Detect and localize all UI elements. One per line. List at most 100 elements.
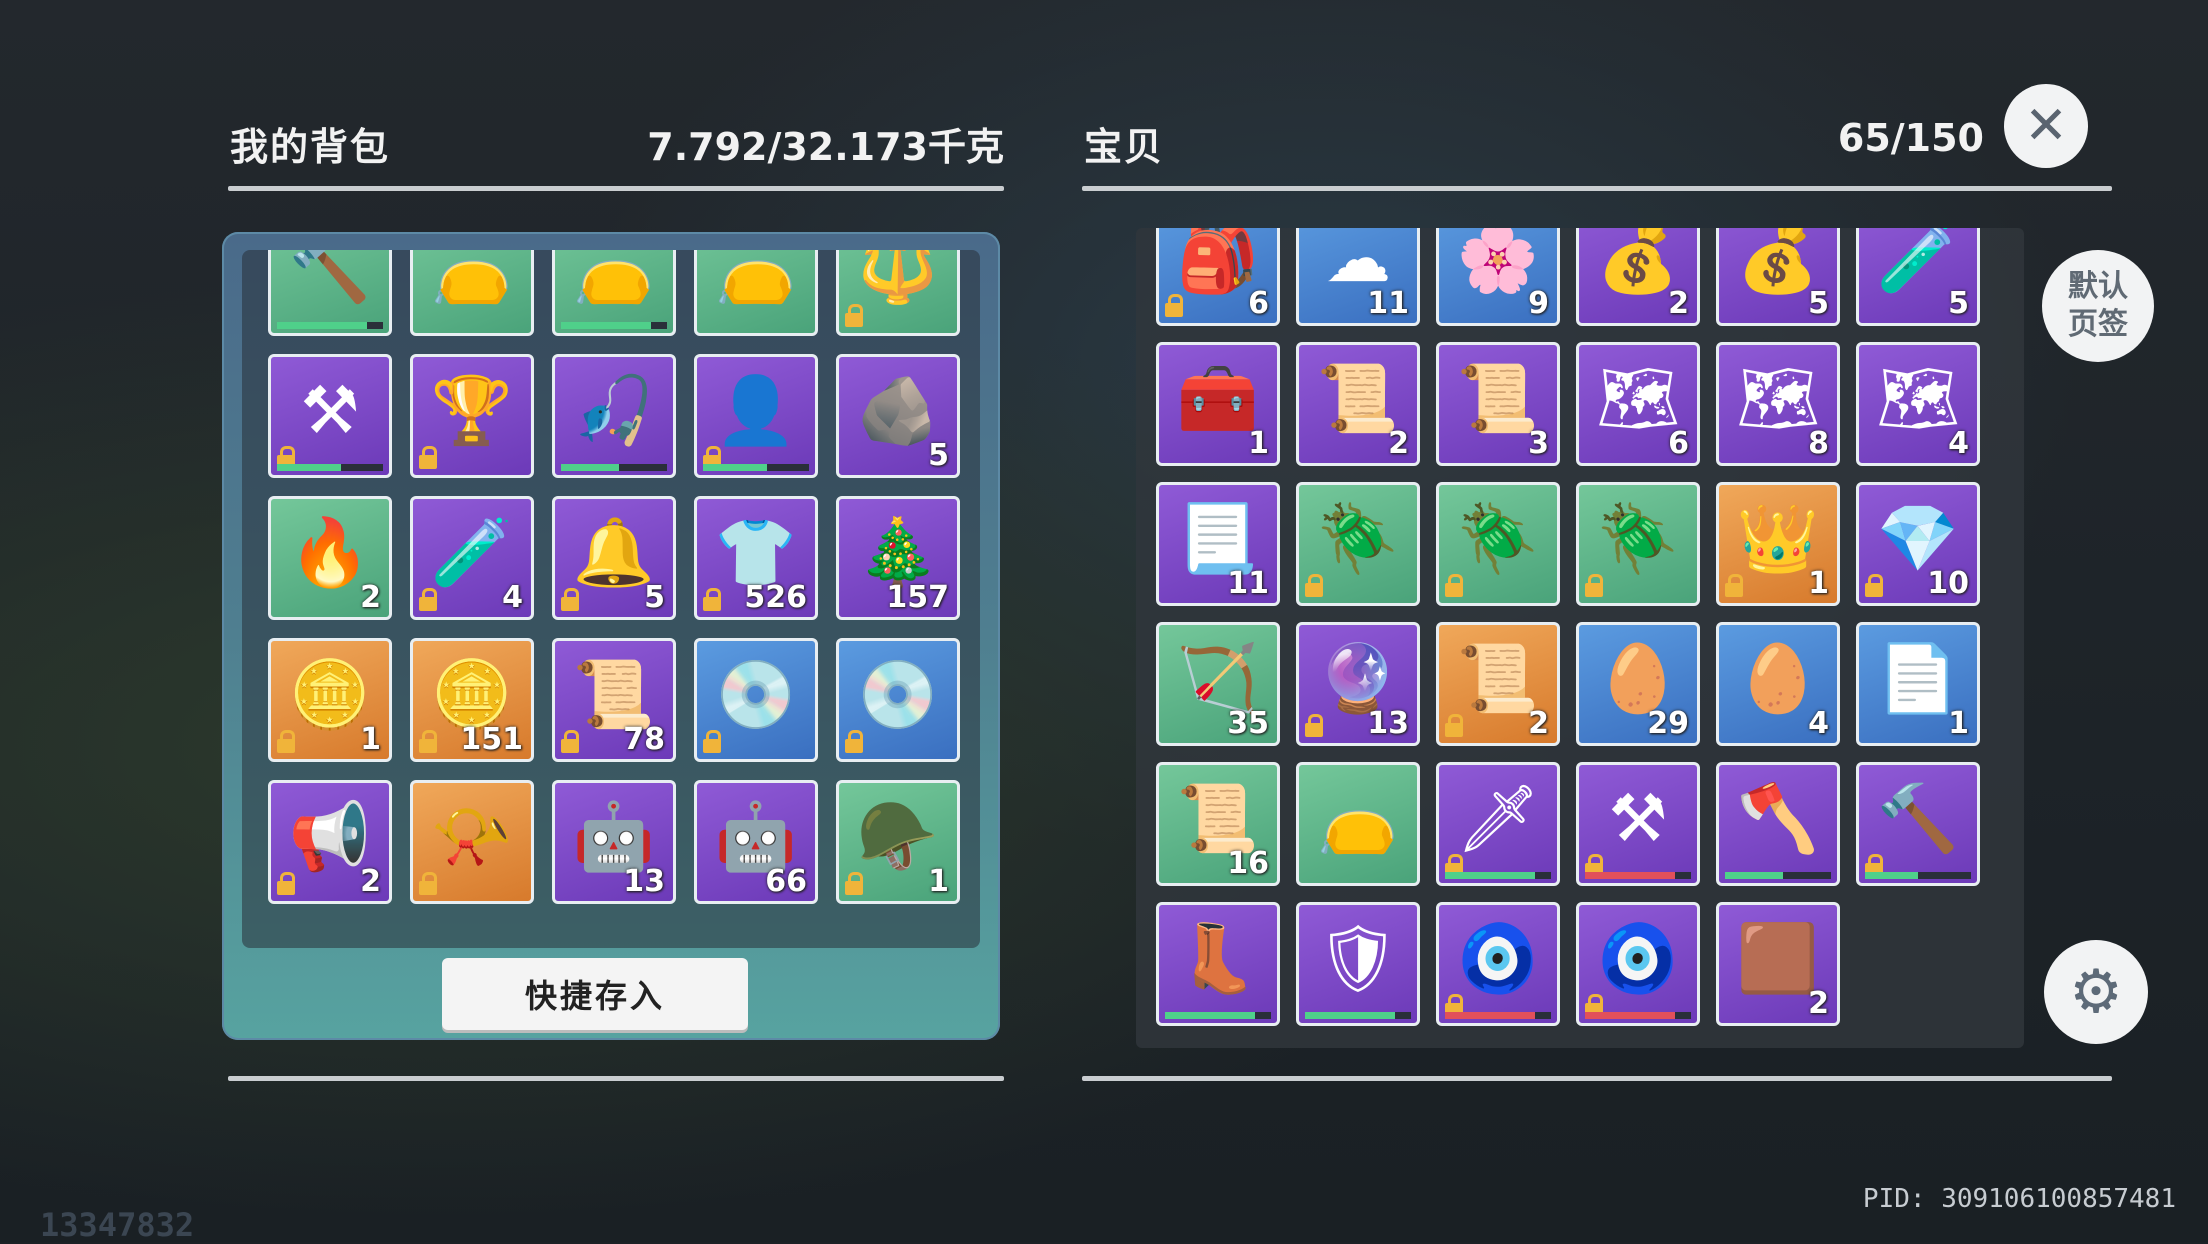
item-slot[interactable]: 🤖 13 [552, 780, 676, 904]
item-count: 5 [1808, 286, 1829, 321]
item-count: 151 [460, 722, 523, 757]
lock-icon [561, 588, 579, 611]
item-count: 5 [644, 580, 665, 615]
item-slot[interactable]: 🪲 [1436, 482, 1560, 606]
item-slot[interactable]: 💰 5 [1716, 228, 1840, 326]
lock-icon [1305, 574, 1323, 597]
item-slot[interactable]: 🔨 [268, 250, 392, 336]
item-slot[interactable]: 🤖 66 [694, 780, 818, 904]
item-slot[interactable]: 🎣 [552, 354, 676, 478]
item-slot[interactable]: 👤 [694, 354, 818, 478]
item-slot[interactable]: 🏆 [410, 354, 534, 478]
item-slot[interactable]: 🛡 [1296, 902, 1420, 1026]
item-slot[interactable]: 📜 2 [1296, 342, 1420, 466]
item-slot[interactable]: ⚒ [1576, 762, 1700, 886]
item-slot[interactable]: 📯 [410, 780, 534, 904]
item-slot[interactable]: 📄 1 [1856, 622, 1980, 746]
storage-panel[interactable]: 🎒 6 ☁ 11 🌸 9 💰 2 💰 5 🧪 5 🧰 1 📜 2 📜 3 🗺 6 🗺 8 🗺 4 📃 11 🪲 🪲 🪲 👑 1 💎 10 🏹 35 🔮… [1136, 228, 2024, 1048]
item-slot[interactable]: 🟫 2 [1716, 902, 1840, 1026]
item-count: 8 [1808, 426, 1829, 461]
item-slot[interactable]: 🔱 [836, 250, 960, 336]
item-slot[interactable]: 🔮 13 [1296, 622, 1420, 746]
item-slot[interactable]: 💿 [836, 638, 960, 762]
item-slot[interactable]: 🪙 151 [410, 638, 534, 762]
lock-icon [277, 872, 295, 895]
item-slot[interactable]: 👑 1 [1716, 482, 1840, 606]
item-slot[interactable]: 💎 10 [1856, 482, 1980, 606]
item-slot[interactable]: 📜 2 [1436, 622, 1560, 746]
item-slot[interactable]: 🔔 5 [552, 496, 676, 620]
lock-icon [277, 730, 295, 753]
item-slot[interactable]: 🔥 2 [268, 496, 392, 620]
durability-bar [277, 464, 383, 471]
default-tab-button[interactable]: 默认 页签 [2042, 250, 2154, 362]
item-slot[interactable]: 💰 2 [1576, 228, 1700, 326]
durability-bar [1585, 1012, 1691, 1019]
fishing-rod-icon: 🎣 [572, 372, 656, 449]
item-slot[interactable]: 👝 [694, 250, 818, 336]
item-count: 66 [765, 864, 807, 899]
item-count: 16 [1227, 846, 1269, 881]
lock-icon [419, 446, 437, 469]
item-slot[interactable]: ⚒ [268, 354, 392, 478]
player-uid: 13347832 [40, 1206, 195, 1244]
item-count: 3 [1528, 426, 1549, 461]
item-count: 1 [1948, 706, 1969, 741]
item-slot[interactable]: 🧪 5 [1856, 228, 1980, 326]
ice-axe-icon: 🪓 [1736, 780, 1820, 857]
item-slot[interactable]: 🌸 9 [1436, 228, 1560, 326]
item-slot[interactable]: 🧿 [1576, 902, 1700, 1026]
item-slot[interactable]: 📜 78 [552, 638, 676, 762]
item-slot[interactable]: 🧪 4 [410, 496, 534, 620]
item-slot[interactable]: 🪨 5 [836, 354, 960, 478]
item-slot[interactable]: 📢 2 [268, 780, 392, 904]
pouch-icon: 👝 [1316, 780, 1400, 857]
close-button[interactable]: ✕ [2004, 84, 2088, 168]
item-slot[interactable]: 👝 [1296, 762, 1420, 886]
item-slot[interactable]: 💿 [694, 638, 818, 762]
item-count: 6 [1668, 426, 1689, 461]
backpack-header: 我的背包 7.792/32.173千克 [230, 110, 1004, 186]
pouch-icon: 👝 [430, 250, 514, 307]
item-slot[interactable]: 🗺 8 [1716, 342, 1840, 466]
default-tab-label-line2: 页签 [2068, 307, 2128, 342]
settings-button[interactable]: ⚙ [2044, 940, 2148, 1044]
item-count: 29 [1647, 706, 1689, 741]
durability-bar [703, 464, 809, 471]
lock-icon [419, 730, 437, 753]
item-slot[interactable]: 🗡 [1436, 762, 1560, 886]
durability-bar [1585, 872, 1691, 879]
boots-icon: 👢 [1176, 920, 1260, 997]
item-slot[interactable]: 🎄 157 [836, 496, 960, 620]
item-slot[interactable]: 🪲 [1576, 482, 1700, 606]
item-slot[interactable]: 👕 526 [694, 496, 818, 620]
item-slot[interactable]: 🔨 [1856, 762, 1980, 886]
lock-icon [1445, 714, 1463, 737]
quick-store-button[interactable]: 快捷存入 [442, 958, 748, 1030]
item-slot[interactable]: 👝 [410, 250, 534, 336]
item-slot[interactable]: 🪖 1 [836, 780, 960, 904]
item-slot[interactable]: 🪙 1 [268, 638, 392, 762]
item-slot[interactable]: 🥚 29 [1576, 622, 1700, 746]
item-slot[interactable]: 📜 3 [1436, 342, 1560, 466]
storage-title: 宝贝 [1084, 125, 1165, 169]
item-slot[interactable]: 🏹 35 [1156, 622, 1280, 746]
lock-icon [1585, 574, 1603, 597]
item-slot[interactable]: 🎒 6 [1156, 228, 1280, 326]
item-slot[interactable]: 🪲 [1296, 482, 1420, 606]
item-slot[interactable]: 📃 11 [1156, 482, 1280, 606]
durability-bar [1165, 1012, 1271, 1019]
item-slot[interactable]: 🗺 6 [1576, 342, 1700, 466]
item-count: 5 [1948, 286, 1969, 321]
item-slot[interactable]: 👢 [1156, 902, 1280, 1026]
item-slot[interactable]: 🥚 4 [1716, 622, 1840, 746]
backpack-header-divider [228, 186, 1004, 191]
item-slot[interactable]: 🪓 [1716, 762, 1840, 886]
backpack-grid-viewport[interactable]: 🔨 👝 👝 👝 🔱 ⚒ 🏆 🎣 👤 🪨 5 🔥 2 🧪 4 🔔 5 👕 526 🎄 157 🪙 1 🪙 151 📜 78 💿 💿 📢 2 📯 🤖… [242, 250, 980, 948]
item-slot[interactable]: 🗺 4 [1856, 342, 1980, 466]
item-slot[interactable]: ☁ 11 [1296, 228, 1420, 326]
item-slot[interactable]: 👝 [552, 250, 676, 336]
item-slot[interactable]: 🧰 1 [1156, 342, 1280, 466]
item-slot[interactable]: 📜 16 [1156, 762, 1280, 886]
item-slot[interactable]: 🧿 [1436, 902, 1560, 1026]
